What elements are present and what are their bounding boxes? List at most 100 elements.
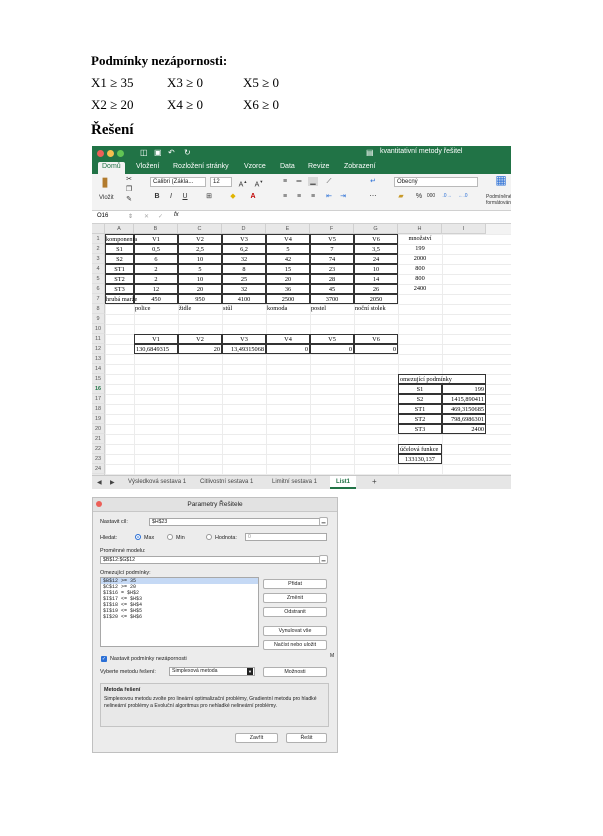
format-painter-icon[interactable]: ✎ <box>124 195 134 204</box>
sheet-tab-list1[interactable]: List1 <box>330 476 357 489</box>
table-cell[interactable]: 3700 <box>310 294 354 304</box>
table-cell[interactable]: 5 <box>178 264 222 274</box>
column-header-f[interactable]: F <box>310 224 354 234</box>
table-cell[interactable]: S2 <box>105 254 134 264</box>
conditional-format-label[interactable]: Podmíněné formátování <box>486 194 511 206</box>
undo-icon[interactable]: ↶ <box>168 148 175 157</box>
table-cell[interactable]: 7 <box>310 244 354 254</box>
table-cell[interactable]: 32 <box>222 284 266 294</box>
name-box-stepper-icon[interactable]: ⇕ <box>128 213 133 220</box>
table-cell[interactable]: 26 <box>354 284 398 294</box>
row-header-20[interactable]: 20 <box>92 424 105 434</box>
constraint-name-cell[interactable]: ST2 <box>398 414 442 424</box>
table-cell[interactable]: 24 <box>354 254 398 264</box>
table-cell[interactable]: 32 <box>222 254 266 264</box>
table-cell[interactable]: 3,5 <box>354 244 398 254</box>
sheet-tab-sensitivity[interactable]: Citlivostní sestava 1 <box>200 479 253 485</box>
table-header-cell[interactable]: V1 <box>134 234 178 244</box>
list-item[interactable]: $I$20 <= $H$6 <box>101 614 258 620</box>
target-collapse-icon[interactable]: ▁ <box>319 517 328 526</box>
wrap-text-icon[interactable]: ↵ <box>368 177 378 186</box>
table-cell[interactable]: 8 <box>222 264 266 274</box>
constraints-list[interactable]: $B$12 >= 35 $C$12 >= 20 $I$16 = $H$2 $I$… <box>100 577 259 647</box>
variable-value-cell[interactable]: 130,6849315 <box>134 344 178 354</box>
table-cell[interactable]: 20 <box>178 284 222 294</box>
table-cell[interactable]: 25 <box>222 274 266 284</box>
objective-title-cell[interactable]: účelová funkce <box>398 444 442 454</box>
variable-value-cell[interactable]: 0 <box>310 344 354 354</box>
table-cell[interactable]: 23 <box>310 264 354 274</box>
row-header-17[interactable]: 17 <box>92 394 105 404</box>
row-header-2[interactable]: 2 <box>92 244 105 254</box>
add-sheet-icon[interactable]: + <box>372 477 377 486</box>
sheet-tab-limits[interactable]: Limitní sestava 1 <box>272 479 317 485</box>
product-name-cell[interactable]: židle <box>178 304 222 314</box>
row-header-14[interactable]: 14 <box>92 364 105 374</box>
variable-header-cell[interactable]: V2 <box>178 334 222 344</box>
row-header-22[interactable]: 22 <box>92 444 105 454</box>
row-header-21[interactable]: 21 <box>92 434 105 444</box>
objective-value-cell[interactable]: 133130,137 <box>398 454 442 464</box>
paste-label[interactable]: Vložit <box>99 195 114 201</box>
goal-value-radio[interactable] <box>206 534 212 540</box>
row-header-16[interactable]: 16 <box>92 384 105 394</box>
row-header-7[interactable]: 7 <box>92 294 105 304</box>
product-name-cell[interactable]: police <box>134 304 178 314</box>
quantity-cell[interactable]: 199 <box>398 244 442 254</box>
table-cell[interactable]: 450 <box>134 294 178 304</box>
close-dialog-icon[interactable] <box>96 501 102 507</box>
column-header-e[interactable]: E <box>266 224 310 234</box>
table-cell[interactable]: 74 <box>310 254 354 264</box>
align-middle-icon[interactable]: ═ <box>294 177 304 186</box>
table-cell[interactable]: 2500 <box>266 294 310 304</box>
cancel-icon[interactable]: ✕ <box>144 213 149 220</box>
align-right-icon[interactable]: ≡ <box>308 192 318 201</box>
tab-review[interactable]: Revize <box>304 162 333 171</box>
table-cell[interactable]: 28 <box>310 274 354 284</box>
variable-value-cell[interactable]: 13,49315068 <box>222 344 266 354</box>
tab-insert[interactable]: Vložení <box>132 162 163 171</box>
constraint-name-cell[interactable]: ST3 <box>398 424 442 434</box>
goal-min-radio[interactable] <box>167 534 173 540</box>
table-cell[interactable]: 0,5 <box>134 244 178 254</box>
table-cell[interactable]: 36 <box>266 284 310 294</box>
align-left-icon[interactable]: ≡ <box>280 192 290 201</box>
maximize-window-icon[interactable] <box>117 150 124 157</box>
solve-button[interactable]: Řešit <box>286 733 327 743</box>
column-header-d[interactable]: D <box>222 224 266 234</box>
row-header-10[interactable]: 10 <box>92 324 105 334</box>
table-header-cell[interactable]: V5 <box>310 234 354 244</box>
number-format-select[interactable]: Obecný <box>394 177 478 187</box>
row-header-8[interactable]: 8 <box>92 304 105 314</box>
table-header-cell[interactable]: V2 <box>178 234 222 244</box>
constraint-name-cell[interactable]: S2 <box>398 394 442 404</box>
constraint-value-cell[interactable]: 798,6986301 <box>442 414 486 424</box>
row-header-6[interactable]: 6 <box>92 284 105 294</box>
row-header-18[interactable]: 18 <box>92 404 105 414</box>
vars-input[interactable]: $B$12:$G$12 <box>100 556 327 564</box>
orientation-icon[interactable]: ⟋ <box>324 177 334 186</box>
align-bottom-icon[interactable]: ▁ <box>308 177 318 186</box>
table-cell[interactable]: 10 <box>178 254 222 264</box>
table-cell[interactable]: hrubá marže <box>105 294 137 304</box>
product-name-cell[interactable]: noční stolek <box>354 304 398 314</box>
constraint-name-cell[interactable]: S1 <box>398 384 442 394</box>
quantity-cell[interactable]: 800 <box>398 274 442 284</box>
table-cell[interactable]: 14 <box>354 274 398 284</box>
constraint-value-cell[interactable]: 199 <box>442 384 486 394</box>
row-header-19[interactable]: 19 <box>92 414 105 424</box>
function-icon[interactable]: fx <box>174 212 179 218</box>
redo-icon[interactable]: ↻ <box>184 148 191 157</box>
product-name-cell[interactable]: stůl <box>222 304 266 314</box>
row-header-23[interactable]: 23 <box>92 454 105 464</box>
select-all-corner[interactable] <box>92 224 105 234</box>
constraint-value-cell[interactable]: 2400 <box>442 424 486 434</box>
product-name-cell[interactable]: postel <box>310 304 354 314</box>
table-cell[interactable]: ST1 <box>105 264 134 274</box>
table-cell[interactable]: 2050 <box>354 294 398 304</box>
table-header-cell[interactable]: komponenta <box>105 234 137 244</box>
nonneg-checkbox[interactable]: ✓ <box>101 656 107 662</box>
save-icon[interactable]: ▣ <box>154 148 162 157</box>
load-save-button[interactable]: Načíst nebo uložit <box>263 640 327 650</box>
tab-view[interactable]: Zobrazení <box>340 162 380 171</box>
